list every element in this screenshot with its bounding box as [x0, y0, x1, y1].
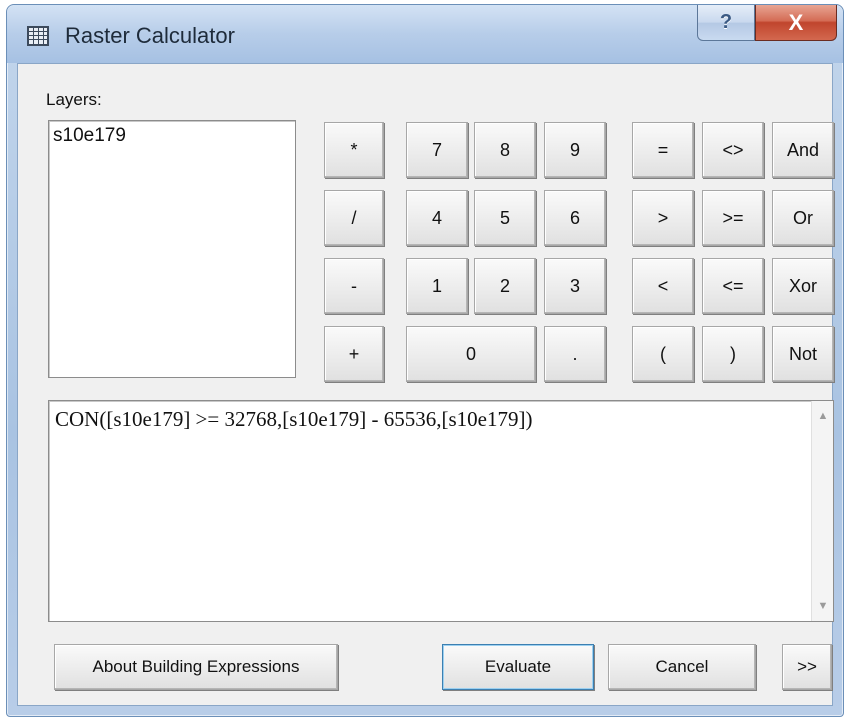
title-bar[interactable]: Raster Calculator ? X — [7, 5, 843, 63]
digit-7-button[interactable]: 7 — [406, 122, 468, 178]
or-button[interactable]: Or — [772, 190, 834, 246]
divide-button[interactable]: / — [324, 190, 384, 246]
expression-textbox[interactable]: CON([s10e179] >= 32768,[s10e179] - 65536… — [48, 400, 834, 622]
cancel-button[interactable]: Cancel — [608, 644, 756, 690]
decimal-button[interactable]: . — [544, 326, 606, 382]
help-icon: ? — [719, 11, 733, 33]
digit-4-button[interactable]: 4 — [406, 190, 468, 246]
layer-item[interactable]: s10e179 — [53, 125, 126, 147]
layers-label: Layers: — [46, 90, 102, 109]
scroll-up-icon[interactable]: ▲ — [812, 405, 834, 427]
left-paren-button[interactable]: ( — [632, 326, 694, 382]
about-building-expressions-button[interactable]: About Building Expressions — [54, 644, 338, 690]
window-title: Raster Calculator — [65, 23, 235, 48]
close-icon: X — [788, 9, 804, 35]
raster-calculator-window: Raster Calculator ? X Layers: s10e179 * … — [6, 4, 844, 717]
digit-6-button[interactable]: 6 — [544, 190, 606, 246]
expression-text[interactable]: CON([s10e179] >= 32768,[s10e179] - 65536… — [55, 407, 532, 432]
calculator-grid-icon — [27, 26, 49, 46]
less-equal-button[interactable]: <= — [702, 258, 764, 314]
greater-than-button[interactable]: > — [632, 190, 694, 246]
right-paren-button[interactable]: ) — [702, 326, 764, 382]
evaluate-button[interactable]: Evaluate — [442, 644, 594, 690]
add-button[interactable]: + — [324, 326, 384, 382]
digit-1-button[interactable]: 1 — [406, 258, 468, 314]
xor-button[interactable]: Xor — [772, 258, 834, 314]
not-button[interactable]: Not — [772, 326, 834, 382]
not-equal-button[interactable]: <> — [702, 122, 764, 178]
equals-button[interactable]: = — [632, 122, 694, 178]
digit-0-button[interactable]: 0 — [406, 326, 536, 382]
scroll-down-icon[interactable]: ▼ — [812, 595, 834, 617]
digit-2-button[interactable]: 2 — [474, 258, 536, 314]
and-button[interactable]: And — [772, 122, 834, 178]
expression-scrollbar[interactable]: ▲ ▼ — [811, 401, 833, 621]
layers-listbox[interactable]: s10e179 — [48, 120, 296, 378]
greater-equal-button[interactable]: >= — [702, 190, 764, 246]
less-than-button[interactable]: < — [632, 258, 694, 314]
close-button[interactable]: X — [755, 5, 837, 41]
digit-5-button[interactable]: 5 — [474, 190, 536, 246]
digit-9-button[interactable]: 9 — [544, 122, 606, 178]
multiply-button[interactable]: * — [324, 122, 384, 178]
expand-button[interactable]: >> — [782, 644, 832, 690]
digit-3-button[interactable]: 3 — [544, 258, 606, 314]
dialog-body: Layers: s10e179 * / - + 7 8 9 4 5 6 1 2 … — [17, 63, 834, 706]
subtract-button[interactable]: - — [324, 258, 384, 314]
digit-8-button[interactable]: 8 — [474, 122, 536, 178]
help-button[interactable]: ? — [697, 5, 755, 41]
